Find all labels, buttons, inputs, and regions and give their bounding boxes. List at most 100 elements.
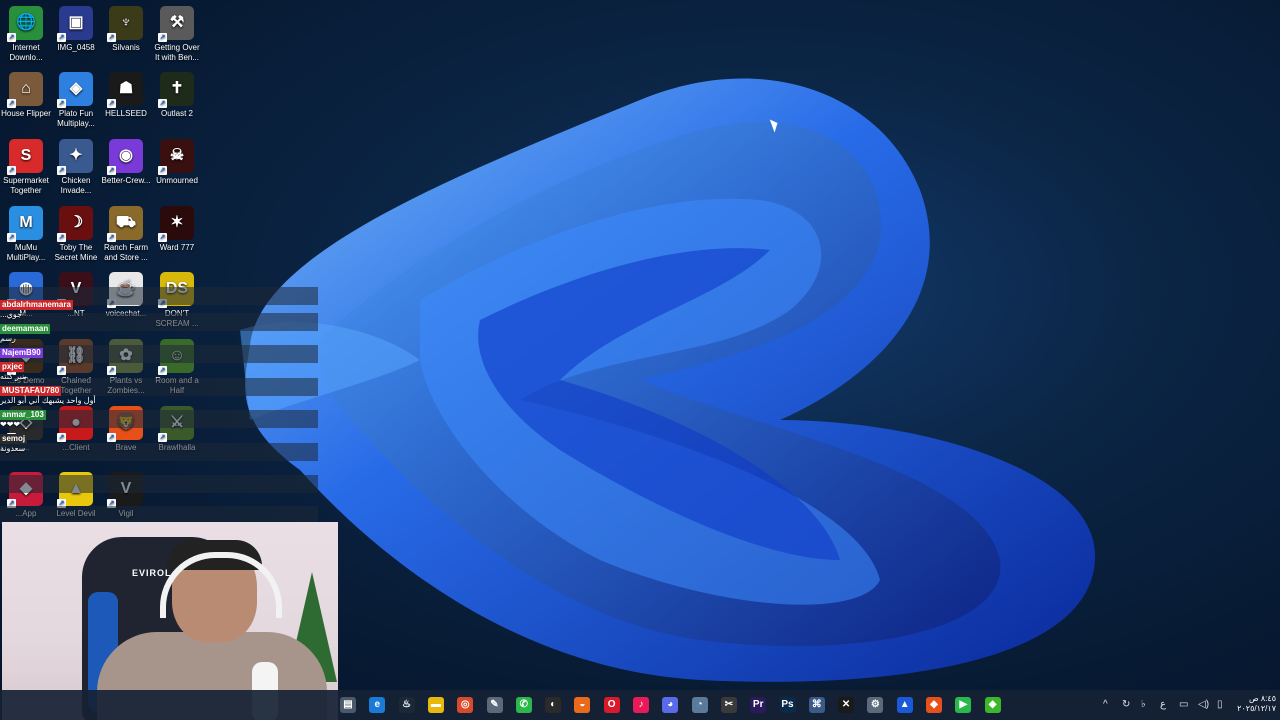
desktop-shortcut-label: Better-Crew... bbox=[101, 176, 151, 185]
capcut-icon[interactable]: ✂ bbox=[720, 697, 737, 713]
task-view-icon[interactable]: ▤ bbox=[340, 697, 356, 713]
supermarket-icon: S ↗ bbox=[7, 139, 43, 175]
tiktok-icon[interactable]: ♪ bbox=[633, 697, 649, 713]
clock-date: ٢٠٢٥/١٢/١٧ bbox=[1237, 704, 1276, 713]
settings-icon[interactable]: ⚙ bbox=[867, 697, 884, 713]
edge-icon[interactable]: e bbox=[369, 697, 386, 713]
chat-text: ❤❤❤ bbox=[0, 420, 21, 429]
chrome-icon[interactable]: ◎ bbox=[457, 697, 474, 713]
nord-icon[interactable]: ▲ bbox=[896, 697, 913, 713]
chat-text: أول واحد يشبهك أني أبو الدير bbox=[0, 396, 96, 405]
premiere-icon[interactable]: Pr bbox=[750, 697, 767, 713]
language-icon[interactable]: ع bbox=[1160, 698, 1166, 712]
shortcut-arrow-icon: ↗ bbox=[107, 166, 116, 175]
steam-icon[interactable]: ♨ bbox=[398, 697, 415, 713]
chicken-icon: ✦ ↗ bbox=[57, 139, 93, 175]
desktop-shortcut-label: Outlast 2 bbox=[160, 109, 193, 118]
desktop-shortcut-label: House Flipper bbox=[1, 109, 51, 118]
file-explorer-icon[interactable]: ▬ bbox=[427, 697, 444, 713]
desktop-shortcut[interactable]: ✶ ↗ Ward 777 bbox=[152, 206, 202, 253]
desktop-shortcut[interactable]: ⌂ ↗ House Flipper bbox=[1, 72, 51, 119]
clock-time: ٨:٤٥ ص bbox=[1248, 694, 1276, 703]
media-icon[interactable]: ▶ bbox=[955, 697, 972, 713]
notepad-icon[interactable]: ✎ bbox=[486, 697, 503, 713]
desktop-shortcut-label: Unmourned bbox=[156, 176, 198, 185]
shortcut-arrow-icon: ↗ bbox=[7, 33, 16, 42]
shortcut-arrow-icon: ↗ bbox=[158, 366, 167, 375]
chat-text: رسم bbox=[0, 334, 16, 343]
chat-message: semoj سعدونة bbox=[0, 434, 100, 454]
chat-username: NajemB90 bbox=[0, 348, 43, 358]
desktop-shortcut-label: Chicken Invade... bbox=[60, 176, 92, 195]
desktop-shortcut-label: Ranch Farm and Store ... bbox=[103, 243, 148, 262]
chevron-up-icon[interactable]: ^ bbox=[1103, 698, 1108, 712]
mumu-icon: M ↗ bbox=[7, 206, 43, 242]
desktop-shortcut[interactable]: M ↗ MuMu MultiPlay... bbox=[1, 206, 51, 263]
chat-username: semoj bbox=[0, 434, 28, 444]
gamepad-icon[interactable]: ⌘ bbox=[808, 697, 825, 713]
shortcut-arrow-icon: ↗ bbox=[107, 99, 116, 108]
shortcut-arrow-icon: ↗ bbox=[7, 233, 16, 242]
sync-icon[interactable]: ↻ bbox=[1122, 698, 1130, 712]
chat-username: deemamaan bbox=[0, 324, 51, 334]
network-icon[interactable]: ▭ bbox=[1179, 698, 1188, 712]
desktop-shortcut[interactable]: ♆ ↗ Silvanis bbox=[101, 6, 151, 53]
unmourned-icon: ☠ ↗ bbox=[158, 139, 194, 175]
photoshop-icon[interactable]: Ps bbox=[779, 697, 796, 713]
stream-chat-overlay: abdalrhmanemara ...جوي deemamaan رسم NajemB9… bbox=[0, 300, 100, 458]
app-green-icon[interactable]: ◆ bbox=[984, 697, 1001, 713]
desktop-shortcut-label: MuMu MultiPlay... bbox=[6, 243, 46, 262]
desktop-shortcut[interactable]: ☗ ↗ HELLSEED bbox=[101, 72, 151, 119]
outlast-icon: ✝ ↗ bbox=[158, 72, 194, 108]
desktop-shortcut[interactable]: ▣ ↗ IMG_0458 bbox=[51, 6, 101, 53]
shortcut-arrow-icon: ↗ bbox=[107, 433, 116, 442]
shortcut-arrow-icon: ↗ bbox=[158, 166, 167, 175]
taskbar-clock[interactable]: ٨:٤٥ ص ٢٠٢٥/١٢/١٧ bbox=[1228, 694, 1276, 714]
desktop-shortcut[interactable]: ⛟ ↗ Ranch Farm and Store ... bbox=[101, 206, 151, 263]
shortcut-arrow-icon: ↗ bbox=[158, 99, 167, 108]
house-flipper-icon: ⌂ ↗ bbox=[7, 72, 43, 108]
chat-username: MUSTAFAU780 bbox=[0, 386, 62, 396]
desktop-shortcut[interactable]: 🌐 ↗ Internet Downlo... bbox=[1, 6, 51, 63]
brave-taskbar-icon[interactable]: ◆ bbox=[926, 697, 942, 713]
chat-message: abdalrhmanemara ...جوي bbox=[0, 300, 100, 320]
idm-icon: 🌐 ↗ bbox=[7, 6, 43, 42]
shortcut-arrow-icon: ↗ bbox=[7, 166, 16, 175]
chat-message: NajemB90 bbox=[0, 348, 100, 358]
discord-icon[interactable]: ◕ bbox=[662, 697, 679, 713]
image-file-icon: ▣ ↗ bbox=[57, 6, 93, 42]
shortcut-arrow-icon: ↗ bbox=[57, 99, 66, 108]
capcut-alt-icon[interactable]: ✕ bbox=[838, 697, 855, 713]
desktop-shortcut-label: Supermarket Together bbox=[3, 176, 49, 195]
ward-icon: ✶ ↗ bbox=[158, 206, 194, 242]
desktop-shortcut[interactable]: ◈ ↗ Plato Fun Multiplay... bbox=[51, 72, 101, 129]
silvanis-icon: ♆ ↗ bbox=[107, 6, 143, 42]
app-icon[interactable]: ◔ bbox=[691, 697, 708, 713]
shortcut-arrow-icon: ↗ bbox=[7, 99, 16, 108]
ranch-icon: ⛟ ↗ bbox=[107, 206, 143, 242]
battery-icon[interactable]: ▯ bbox=[1217, 698, 1223, 712]
desktop-shortcut[interactable]: S ↗ Supermarket Together bbox=[1, 139, 51, 196]
chat-message: anmar_103 ❤❤❤ bbox=[0, 410, 100, 430]
desktop-shortcut[interactable]: ☽ ↗ Toby The Secret Mine bbox=[51, 206, 101, 263]
toby-icon: ☽ ↗ bbox=[57, 206, 93, 242]
chat-message: MUSTAFAU780 أول واحد يشبهك أني أبو الدير bbox=[0, 386, 100, 406]
whatsapp-icon[interactable]: ✆ bbox=[515, 697, 532, 713]
obs-icon[interactable]: ◐ bbox=[545, 697, 562, 713]
desktop-shortcut[interactable]: ◉ ↗ Better-Crew... bbox=[101, 139, 151, 186]
desktop-shortcut[interactable]: ⚒ ↗ Getting Over It with Ben... bbox=[152, 6, 202, 63]
desktop-shortcut[interactable]: ✝ ↗ Outlast 2 bbox=[152, 72, 202, 119]
opera-icon[interactable]: O bbox=[603, 697, 620, 713]
origin-icon[interactable]: ◒ bbox=[574, 697, 591, 713]
desktop-shortcut[interactable]: ✦ ↗ Chicken Invade... bbox=[51, 139, 101, 196]
desktop-shortcut-label: Plato Fun Multiplay... bbox=[57, 109, 95, 128]
shortcut-arrow-icon: ↗ bbox=[57, 233, 66, 242]
volume-icon[interactable]: ◁) bbox=[1198, 698, 1209, 712]
shortcut-arrow-icon: ↗ bbox=[107, 33, 116, 42]
shortcut-arrow-icon: ↗ bbox=[57, 166, 66, 175]
desktop-shortcut[interactable]: ☠ ↗ Unmourned bbox=[152, 139, 202, 186]
chat-text: سعدونة bbox=[0, 444, 26, 453]
hellseed-icon: ☗ ↗ bbox=[107, 72, 143, 108]
mic-icon[interactable]: ♭ bbox=[1141, 698, 1146, 712]
shortcut-arrow-icon: ↗ bbox=[57, 33, 66, 42]
